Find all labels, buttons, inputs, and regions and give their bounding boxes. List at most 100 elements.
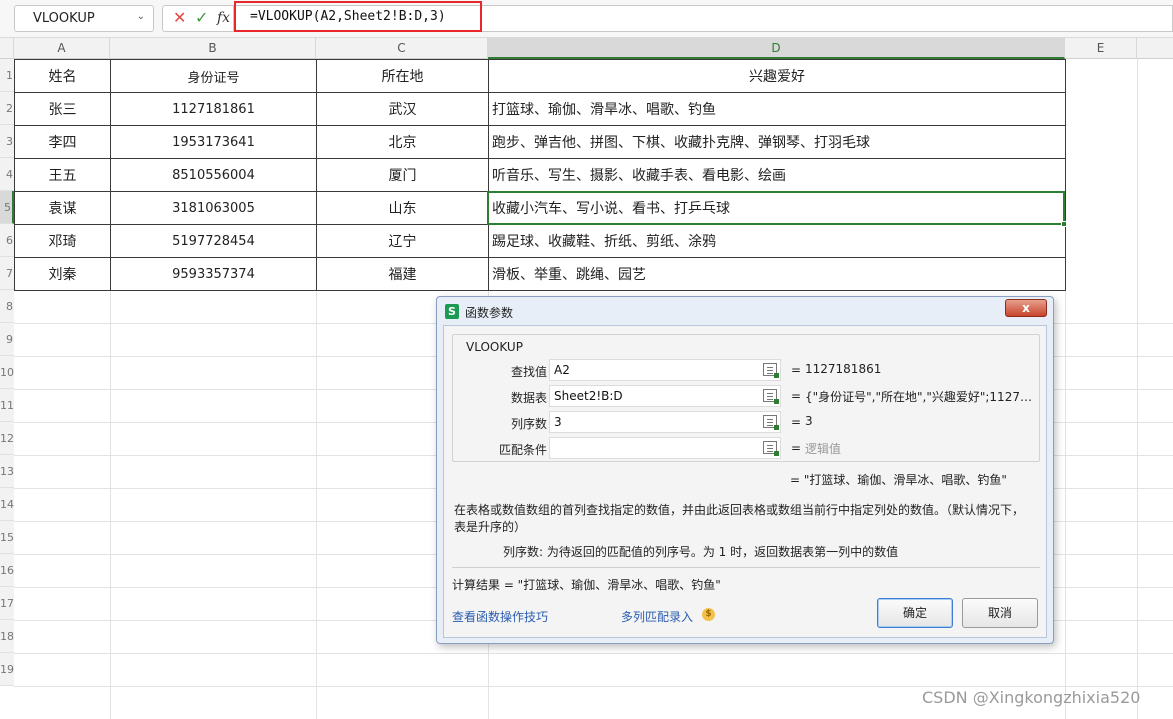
range-select-icon[interactable]	[763, 415, 779, 430]
param-input-col-index[interactable]: 3	[549, 411, 781, 433]
param-input-lookup-value[interactable]: A2	[549, 359, 781, 381]
column-headers: A B C D E	[0, 38, 1173, 59]
cell-id[interactable]: 8510556004	[110, 158, 317, 192]
name-box[interactable]: VLOOKUP ⌄	[14, 5, 154, 32]
cell-id[interactable]: 1127181861	[110, 92, 317, 126]
formula-result-preview: = "打篮球、瑜伽、滑旱冰、唱歌、钓鱼"	[790, 473, 1007, 487]
multi-column-match-link[interactable]: 多列匹配录入	[621, 608, 693, 625]
cell-location[interactable]: 山东	[316, 191, 489, 225]
cell-location[interactable]: 武汉	[316, 92, 489, 126]
formula-bar: VLOOKUP ⌄ ✕ ✓ fx =VLOOKUP(A2,Sheet2!B:D,…	[0, 0, 1173, 38]
param-row-col-index: 列序数 3 = 3	[453, 411, 1041, 435]
cell-hobbies[interactable]: 跑步、弹吉他、拼图、下棋、收藏扑克牌、弹钢琴、打羽毛球	[488, 125, 1066, 159]
param-label: 匹配条件	[498, 443, 547, 457]
argument-description: 列序数: 为待返回的匹配值的列序号。为 1 时，返回数据表第一列中的数值	[503, 545, 899, 559]
table-row: 李四 1953173641 北京 跑步、弹吉他、拼图、下棋、收藏扑克牌、弹钢琴、…	[14, 125, 1066, 159]
range-select-icon[interactable]	[763, 389, 779, 404]
dialog-title-bar[interactable]: S 函数参数 x	[437, 297, 1053, 325]
param-label: 查找值	[510, 365, 547, 379]
cell-name[interactable]: 邓琦	[14, 224, 111, 258]
cell-hobbies[interactable]: 打篮球、瑜伽、滑旱冰、唱歌、钓鱼	[488, 92, 1066, 126]
cell-id[interactable]: 9593357374	[110, 257, 317, 291]
table-header-row: 姓名 身份证号 所在地 兴趣爱好	[14, 59, 1066, 93]
cell-location[interactable]: 辽宁	[316, 224, 489, 258]
header-cell-name[interactable]: 姓名	[14, 59, 111, 93]
table-row: 刘秦 9593357374 福建 滑板、举重、跳绳、园艺	[14, 257, 1066, 291]
row-header-2[interactable]: 2	[0, 92, 14, 125]
cell-id[interactable]: 3181063005	[110, 191, 317, 225]
param-row-lookup-value: 查找值 A2 = 1127181861	[453, 359, 1041, 383]
cell-hobbies[interactable]: 听音乐、写生、摄影、收藏手表、看电影、绘画	[488, 158, 1066, 192]
cell-name[interactable]: 王五	[14, 158, 111, 192]
row-header-16[interactable]: 16	[0, 554, 14, 587]
row-header-10[interactable]: 10	[0, 356, 14, 389]
function-arguments-dialog: S 函数参数 x VLOOKUP 查找值 A2 = 1127181861 数据表…	[436, 296, 1054, 644]
ok-button[interactable]: 确定	[877, 598, 953, 628]
row-header-3[interactable]: 3	[0, 125, 14, 158]
confirm-formula-icon[interactable]: ✓	[195, 8, 208, 27]
cell-id[interactable]: 5197728454	[110, 224, 317, 258]
column-header-b[interactable]: B	[110, 38, 316, 59]
fill-handle[interactable]	[1061, 221, 1067, 227]
function-name: VLOOKUP	[463, 340, 526, 354]
cancel-formula-icon[interactable]: ✕	[173, 8, 186, 27]
divider	[452, 567, 1040, 568]
row-header-15[interactable]: 15	[0, 521, 14, 554]
row-header-1[interactable]: 1	[0, 59, 14, 92]
cell-location[interactable]: 北京	[316, 125, 489, 159]
cancel-button[interactable]: 取消	[962, 598, 1038, 628]
column-header-d[interactable]: D	[488, 38, 1065, 59]
cell-name[interactable]: 袁谋	[14, 191, 111, 225]
row-header-11[interactable]: 11	[0, 389, 14, 422]
row-header-19[interactable]: 19	[0, 653, 14, 686]
row-header-13[interactable]: 13	[0, 455, 14, 488]
function-tips-link[interactable]: 查看函数操作技巧	[452, 608, 548, 625]
cell-name[interactable]: 李四	[14, 125, 111, 159]
equals-sign: =	[791, 441, 802, 455]
active-cell-border	[487, 191, 1065, 225]
row-header-4[interactable]: 4	[0, 158, 14, 191]
cell-hobbies[interactable]: 踢足球、收藏鞋、折纸、剪纸、涂鸦	[488, 224, 1066, 258]
equals-sign: =	[791, 415, 802, 429]
calculation-result: 计算结果 = "打篮球、瑜伽、滑旱冰、唱歌、钓鱼"	[452, 578, 721, 592]
header-cell-hobbies[interactable]: 兴趣爱好	[488, 59, 1066, 93]
close-button[interactable]: x	[1005, 299, 1047, 317]
header-cell-location[interactable]: 所在地	[316, 59, 489, 93]
column-header-c[interactable]: C	[316, 38, 488, 59]
cell-hobbies[interactable]: 滑板、举重、跳绳、园艺	[488, 257, 1066, 291]
cell-name[interactable]: 张三	[14, 92, 111, 126]
param-result: 1127181861	[805, 362, 882, 376]
row-header-5[interactable]: 5	[0, 191, 14, 224]
column-header-a[interactable]: A	[14, 38, 110, 59]
row-header-12[interactable]: 12	[0, 422, 14, 455]
param-input-table-array[interactable]: Sheet2!B:D	[549, 385, 781, 407]
row-header-17[interactable]: 17	[0, 587, 14, 620]
param-result: 3	[805, 414, 813, 428]
cell-location[interactable]: 厦门	[316, 158, 489, 192]
row-header-14[interactable]: 14	[0, 488, 14, 521]
app-logo-icon: S	[445, 304, 459, 319]
row-header-8[interactable]: 8	[0, 290, 14, 323]
range-select-icon[interactable]	[763, 363, 779, 378]
dialog-body: VLOOKUP 查找值 A2 = 1127181861 数据表 Sheet2!B…	[443, 325, 1047, 638]
cell-location[interactable]: 福建	[316, 257, 489, 291]
range-select-icon[interactable]	[763, 441, 779, 456]
corner-select-all[interactable]	[0, 38, 14, 59]
param-result: 逻辑值	[805, 442, 842, 456]
watermark: CSDN @Xingkongzhixia520	[922, 688, 1141, 707]
row-header-9[interactable]: 9	[0, 323, 14, 356]
row-header-6[interactable]: 6	[0, 224, 14, 257]
row-header-18[interactable]: 18	[0, 620, 14, 653]
header-cell-id[interactable]: 身份证号	[110, 59, 317, 93]
row-header-7[interactable]: 7	[0, 257, 14, 290]
param-label: 列序数	[510, 417, 547, 431]
insert-function-icon[interactable]: fx	[217, 10, 230, 26]
chevron-down-icon[interactable]: ⌄	[137, 11, 145, 22]
formula-buttons: ✕ ✓ fx	[162, 5, 234, 32]
param-input-range-lookup[interactable]	[549, 437, 781, 459]
param-result: {"身份证号","所在地","兴趣爱好";112718...	[805, 390, 1037, 404]
column-header-e[interactable]: E	[1065, 38, 1137, 59]
cell-name[interactable]: 刘秦	[14, 257, 111, 291]
cell-id[interactable]: 1953173641	[110, 125, 317, 159]
formula-text[interactable]: =VLOOKUP(A2,Sheet2!B:D,3)	[250, 9, 446, 24]
